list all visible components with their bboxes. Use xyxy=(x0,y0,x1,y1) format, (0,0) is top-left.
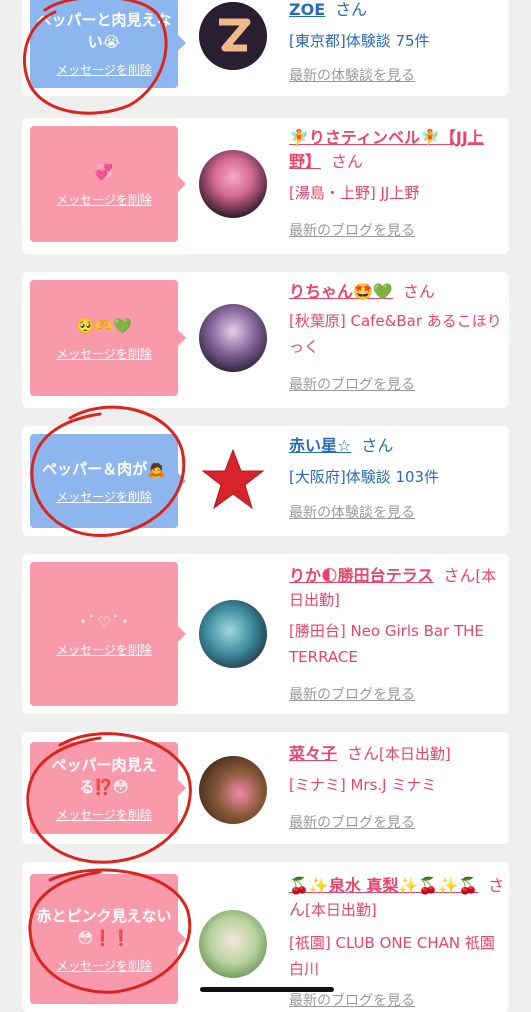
sender-info[interactable]: [ミナミ] Mrs.J ミナミ xyxy=(289,772,505,798)
sender-name[interactable]: 🧚りさティンベル🧚【JJ上野】 さん xyxy=(289,126,505,174)
sender-name[interactable]: 赤い星☆ さん xyxy=(289,434,505,458)
message-bubble: ペッパー肉見える⁉️😳 メッセージを削除 xyxy=(30,742,186,834)
avatar[interactable] xyxy=(199,756,267,824)
message-bubble: ･ ͘ ♡ ͘ ･ メッセージを削除 xyxy=(30,562,186,706)
avatar[interactable] xyxy=(199,446,267,514)
home-indicator[interactable] xyxy=(200,987,334,992)
sender-name[interactable]: りか🌓勝田台テラス さん[本日出勤] xyxy=(289,564,505,612)
avatar[interactable] xyxy=(199,600,267,668)
latest-post-link[interactable]: 最新のブログを見る xyxy=(289,990,415,1010)
sender-info[interactable]: [勝田台] Neo Girls Bar THE TERRACE xyxy=(289,618,505,670)
latest-post-link[interactable]: 最新のブログを見る xyxy=(289,812,415,832)
message-bubble: 🥺🫶💚 メッセージを削除 xyxy=(30,280,186,396)
latest-post-link[interactable]: 最新のブログを見る xyxy=(289,684,415,704)
message-text: 🥺🫶💚 xyxy=(75,316,133,335)
message-bubble: ペッパーと肉見えない😭 メッセージを削除 xyxy=(30,0,186,88)
sender-info[interactable]: [大阪府]体験談 103件 xyxy=(289,464,505,490)
message-text: 赤とピンク見えない😳❗❗ xyxy=(36,906,172,947)
avatar[interactable] xyxy=(199,150,267,218)
sender-name[interactable]: りちゃん🤩💚 さん xyxy=(289,280,505,304)
latest-post-link[interactable]: 最新のブログを見る xyxy=(289,374,415,394)
sender-name[interactable]: ZOE さん xyxy=(289,0,505,22)
latest-post-link[interactable]: 最新の体験談を見る xyxy=(289,65,415,85)
message-bubble: 💞 メッセージを削除 xyxy=(30,126,186,242)
avatar[interactable] xyxy=(199,304,267,372)
message-bubble: ペッパー＆肉が🙇 メッセージを削除 xyxy=(30,434,186,528)
latest-post-link[interactable]: 最新のブログを見る xyxy=(289,220,415,240)
sender-info[interactable]: [秋葉原] Cafe&Bar あるこほりっく xyxy=(289,308,505,360)
sender-info[interactable]: [湯島・上野] JJ上野 xyxy=(289,180,505,206)
message-card: 🥺🫶💚 メッセージを削除 りちゃん🤩💚 さん [秋葉原] Cafe&Bar あるこ… xyxy=(22,272,509,408)
message-text: ペッパーと肉見えない😭 xyxy=(36,10,172,51)
avatar[interactable] xyxy=(199,910,267,978)
avatar[interactable] xyxy=(199,2,267,70)
message-text: ペッパー肉見える⁉️😳 xyxy=(51,755,157,796)
message-card: ペッパー＆肉が🙇 メッセージを削除 赤い星☆ さん [大阪府]体験談 103件 最… xyxy=(22,426,509,536)
message-card: ペッパー肉見える⁉️😳 メッセージを削除 菜々子 さん[本日出勤] [ミナミ] M… xyxy=(22,732,509,844)
message-card: ･ ͘ ♡ ͘ ･ メッセージを削除 りか🌓勝田台テラス さん[本日出勤] [勝田… xyxy=(22,554,509,714)
latest-post-link[interactable]: 最新の体験談を見る xyxy=(289,502,415,522)
message-text: 💞 xyxy=(94,162,114,181)
message-text: ペッパー＆肉が🙇 xyxy=(42,459,166,478)
sender-name[interactable]: 菜々子 さん[本日出勤] xyxy=(289,742,505,766)
sender-info[interactable]: [祇園] CLUB ONE CHAN 祇園白川 xyxy=(289,930,505,982)
delete-message-link[interactable]: メッセージを削除 xyxy=(56,488,152,505)
message-bubble: 赤とピンク見えない😳❗❗ メッセージを削除 xyxy=(30,874,186,1004)
delete-message-link[interactable]: メッセージを削除 xyxy=(56,61,152,78)
red-star-icon xyxy=(201,448,265,510)
message-text: ･ ͘ ♡ ͘ ･ xyxy=(79,612,129,631)
delete-message-link[interactable]: メッセージを削除 xyxy=(56,957,152,974)
delete-message-link[interactable]: メッセージを削除 xyxy=(56,641,152,658)
delete-message-link[interactable]: メッセージを削除 xyxy=(56,806,152,823)
sender-name[interactable]: 🍒✨泉水 真梨✨🍒✨🍒 さん[本日出勤] xyxy=(289,874,505,922)
delete-message-link[interactable]: メッセージを削除 xyxy=(56,345,152,362)
message-card: ペッパーと肉見えない😭 メッセージを削除 ZOE さん [東京都]体験談 75件 … xyxy=(22,0,509,96)
sender-info[interactable]: [東京都]体験談 75件 xyxy=(289,28,505,54)
zoe-logo-icon xyxy=(199,2,267,70)
message-card: 💞 メッセージを削除 🧚りさティンベル🧚【JJ上野】 さん [湯島・上野] JJ上… xyxy=(22,118,509,254)
delete-message-link[interactable]: メッセージを削除 xyxy=(56,191,152,208)
